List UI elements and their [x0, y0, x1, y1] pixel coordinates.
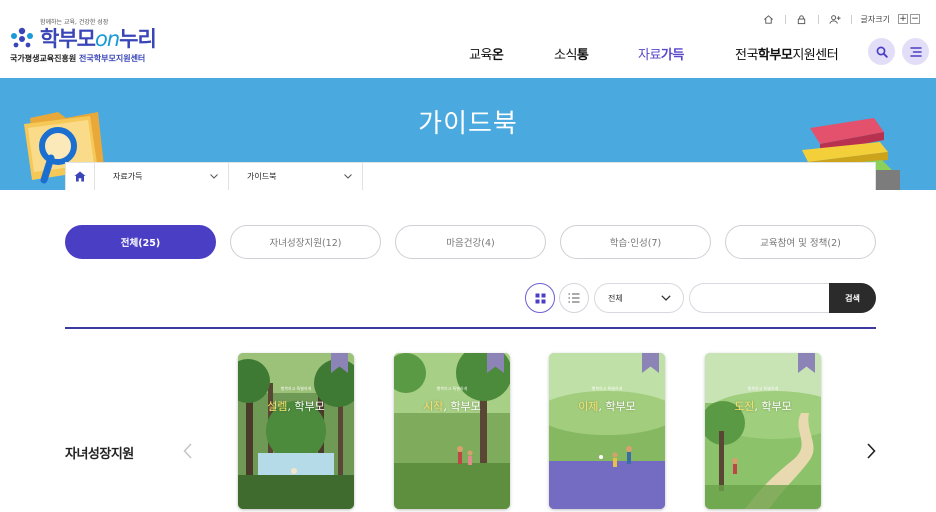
breadcrumb-level1-select[interactable]: 자료가득 — [95, 163, 229, 190]
tab-all[interactable]: 전체(25) — [65, 225, 216, 259]
nav-item-education[interactable]: 교육온 — [469, 44, 504, 63]
logo-organization: 국가평생교육진흥원 전국학부모지원센터 — [10, 54, 146, 63]
page: 함께하는 교육, 건강한 성장 학부모on누리 국가평생교육진흥원 전국학부모지… — [0, 0, 936, 512]
font-increase-button[interactable]: + — [898, 14, 908, 24]
search-icon — [876, 46, 888, 58]
user-plus-icon[interactable] — [828, 12, 842, 26]
book-title: 시작, 학부모 — [423, 400, 481, 413]
nav-item-support-center[interactable]: 전국학부모지원센터 — [735, 44, 839, 63]
tab-mental-health[interactable]: 마음건강(4) — [395, 225, 546, 259]
carousel-prev-button[interactable] — [180, 440, 194, 462]
tab-participation-policy[interactable]: 교육참여 및 정책(2) — [725, 225, 876, 259]
home-icon — [74, 171, 86, 182]
section-title: 자녀성장지원 — [65, 447, 134, 462]
book-card[interactable]: 행복하고 특별하게 시작, 학부모 — [394, 353, 510, 509]
menu-button[interactable] — [902, 38, 929, 65]
book-title: 이제, 학부모 — [578, 400, 636, 413]
chevron-left-icon — [182, 443, 192, 459]
book-cover-flowers-illustration — [549, 353, 665, 509]
carousel-next-button[interactable] — [864, 440, 878, 462]
breadcrumb-level1-label: 자료가득 — [113, 172, 143, 181]
tab-child-growth[interactable]: 자녀성장지원(12) — [230, 225, 381, 259]
book-card[interactable]: 행복하고 특별하게 도전, 학부모 — [705, 353, 821, 509]
menu-icon — [909, 46, 922, 57]
list-view-icon — [568, 293, 580, 303]
section-divider — [65, 327, 876, 329]
utility-bar: 글자크기 + − — [762, 12, 920, 26]
tab-learning-character[interactable]: 학습·인성(7) — [560, 225, 711, 259]
breadcrumb-home[interactable] — [66, 163, 95, 190]
bookmark-icon[interactable] — [487, 353, 504, 373]
home-icon[interactable] — [762, 12, 776, 26]
divider — [850, 14, 852, 24]
book-title: 도전, 학부모 — [734, 400, 792, 413]
book-cover-meadow-illustration — [394, 353, 510, 509]
logo-title: 학부모on누리 — [40, 27, 157, 51]
book-card[interactable]: 행복하고 특별하게 이제, 학부모 — [549, 353, 665, 509]
logo-mark-icon — [11, 27, 33, 48]
search-submit-button[interactable]: 검색 — [829, 283, 876, 313]
book-cover-hill-path-illustration — [705, 353, 821, 509]
search-button[interactable] — [868, 38, 895, 65]
nav-item-news[interactable]: 소식통 — [554, 44, 589, 63]
book-series: 행복하고 특별하게 — [591, 386, 623, 391]
search-input[interactable] — [689, 283, 839, 313]
chevron-down-icon — [661, 295, 671, 301]
site-logo[interactable]: 함께하는 교육, 건강한 성장 학부모on누리 국가평생교육진흥원 전국학부모지… — [10, 14, 170, 66]
list-view-button[interactable] — [559, 283, 589, 313]
book-card[interactable]: 행복하고 특별하게 설렘, 학부모 — [238, 353, 354, 509]
grid-view-button[interactable] — [525, 283, 555, 313]
book-title: 설렘, 학부모 — [267, 400, 325, 413]
filter-select[interactable]: 전체 — [594, 283, 684, 313]
site-header: 함께하는 교육, 건강한 성장 학부모on누리 국가평생교육진흥원 전국학부모지… — [0, 0, 936, 78]
bookmark-icon[interactable] — [642, 353, 659, 373]
chevron-down-icon — [344, 174, 352, 179]
breadcrumb: 자료가득 가이드북 — [65, 162, 876, 190]
divider — [784, 14, 786, 24]
chevron-right-icon — [866, 443, 876, 459]
chevron-down-icon — [210, 174, 218, 179]
font-decrease-button[interactable]: − — [910, 14, 920, 24]
breadcrumb-spacer — [363, 163, 875, 190]
breadcrumb-level2-select[interactable]: 가이드북 — [229, 163, 363, 190]
lock-icon[interactable] — [795, 12, 809, 26]
divider — [817, 14, 819, 24]
nav-item-resources[interactable]: 자료가득 — [638, 44, 684, 63]
grid-view-icon — [535, 293, 545, 303]
bookmark-icon[interactable] — [331, 353, 348, 373]
book-series: 행복하고 특별하게 — [747, 386, 779, 391]
book-series: 행복하고 특별하게 — [280, 386, 312, 391]
book-cover-forest-illustration — [238, 353, 354, 509]
bookmark-icon[interactable] — [798, 353, 815, 373]
filter-select-value: 전체 — [608, 293, 623, 303]
font-size-label: 글자크기 — [860, 14, 890, 24]
breadcrumb-level2-label: 가이드북 — [247, 172, 277, 181]
category-tabs: 전체(25) 자녀성장지원(12) 마음건강(4) 학습·인성(7) 교육참여 … — [65, 225, 876, 259]
book-series: 행복하고 특별하게 — [436, 386, 468, 391]
